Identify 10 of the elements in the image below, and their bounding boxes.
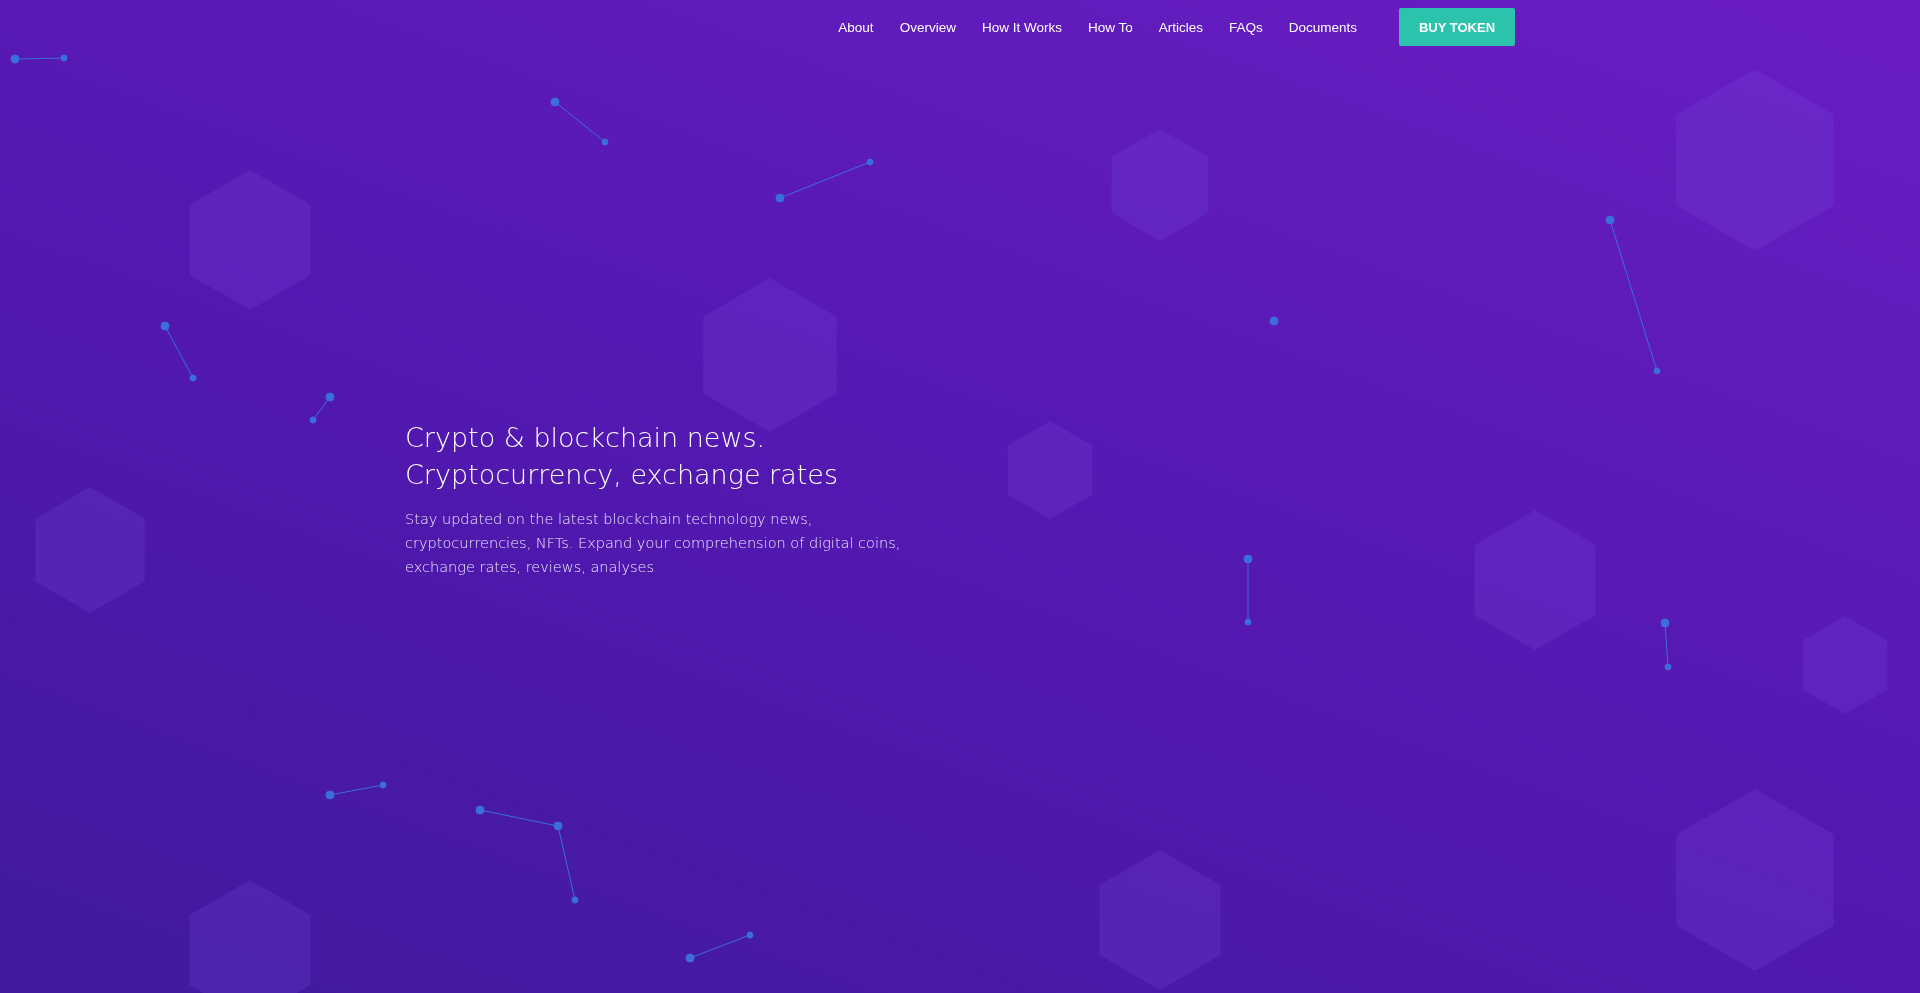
headline-line: Crypto & blockchain news. bbox=[405, 421, 766, 455]
nav-link[interactable]: Documents bbox=[1288, 19, 1357, 35]
nav-link[interactable]: How It Works bbox=[981, 19, 1062, 35]
nav-link[interactable]: Overview bbox=[899, 19, 956, 35]
nav-link[interactable]: About bbox=[838, 19, 874, 35]
headline-line: Cryptocurrency, exchange rates bbox=[405, 458, 838, 492]
hero-description: Stay updated on the latest blockchain technology news, cryptocurrencies, NFTs. Expand your comprehension of digital coins, exchange rates, reviews, analyses bbox=[405, 510, 902, 577]
nav-link[interactable]: Articles bbox=[1158, 19, 1203, 35]
nav-link[interactable]: How To bbox=[1087, 19, 1133, 35]
nav-link[interactable]: FAQs bbox=[1228, 19, 1263, 35]
